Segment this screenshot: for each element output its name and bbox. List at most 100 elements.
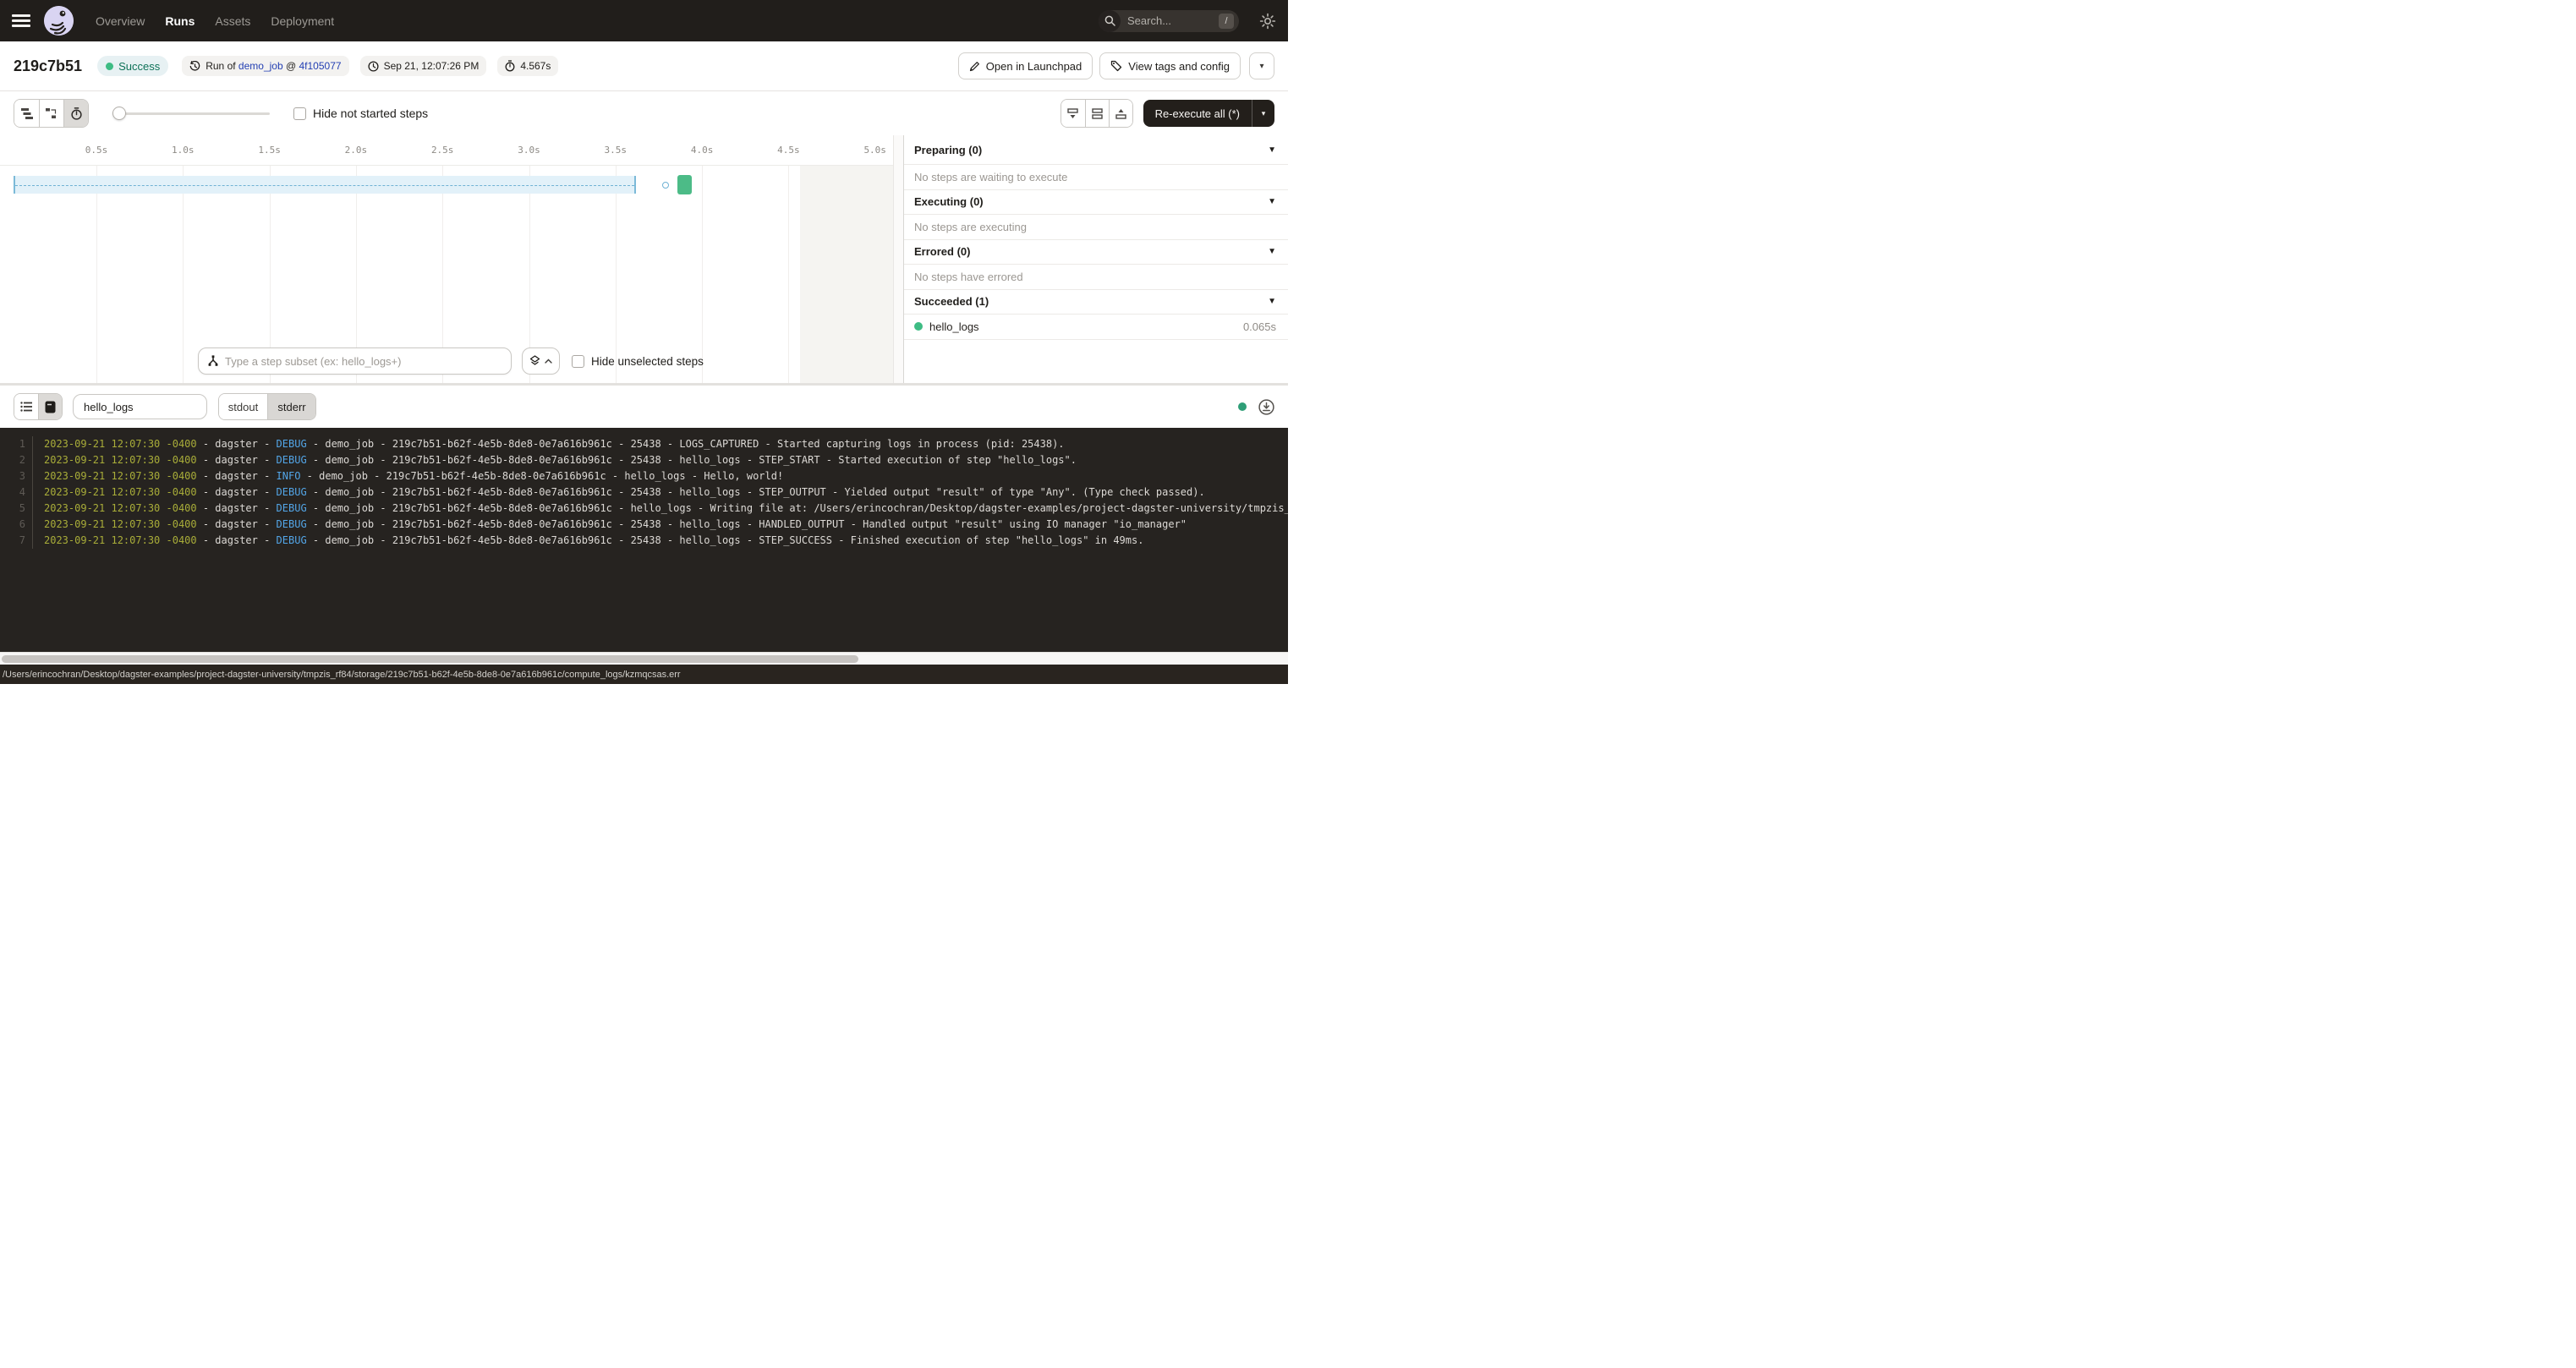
timestamp-label: Sep 21, 12:07:26 PM	[384, 60, 480, 72]
nav-item-assets[interactable]: Assets	[215, 14, 250, 28]
selector-mode-button[interactable]	[522, 347, 560, 375]
log-gutter-divider	[32, 517, 44, 533]
step-name: hello_logs	[929, 320, 1243, 333]
log-view-mode-group	[14, 393, 63, 420]
stopwatch-icon	[71, 107, 82, 120]
global-search[interactable]: /	[1099, 10, 1239, 32]
log-timestamp: 2023-09-21 12:07:30 -0400	[44, 517, 197, 533]
duration-label: 4.567s	[520, 60, 551, 72]
nav-item-runs[interactable]: Runs	[165, 14, 195, 28]
log-file-path: /Users/erincochran/Desktop/dagster-examp…	[3, 670, 681, 680]
menu-icon[interactable]	[12, 14, 30, 27]
reexecute-all-button[interactable]: Re-execute all (*) ▾	[1143, 100, 1274, 127]
flat-gantt-icon	[21, 108, 33, 119]
log-toolbar: stdout stderr	[0, 386, 1288, 428]
log-gutter-divider	[32, 484, 44, 501]
log-source: - dagster -	[197, 484, 277, 501]
nav-item-deployment[interactable]: Deployment	[271, 14, 334, 28]
log-timestamp: 2023-09-21 12:07:30 -0400	[44, 436, 197, 452]
log-step-filter-input[interactable]	[84, 401, 196, 413]
chevron-down-icon: ▼	[1268, 197, 1276, 206]
axis-tick-label: 4.5s	[777, 145, 800, 156]
panel-down-icon	[1067, 108, 1078, 119]
collapse-panel-up-button[interactable]	[1109, 100, 1132, 127]
dagster-logo-icon[interactable]	[44, 6, 74, 36]
waiting-span-bar	[14, 176, 637, 194]
log-step-filter[interactable]	[73, 394, 207, 419]
log-timestamp: 2023-09-21 12:07:30 -0400	[44, 452, 197, 468]
gantt-view-mode-group	[14, 99, 89, 128]
view-flat-gantt-button[interactable]	[14, 100, 39, 127]
log-scrollbar-thumb[interactable]	[2, 655, 858, 663]
view-waterfall-gantt-button[interactable]	[39, 100, 63, 127]
hide-not-started-checkbox[interactable]	[293, 107, 306, 120]
step-subset-input[interactable]	[225, 355, 502, 368]
run-of-text: Run of demo_job @ 4f105077	[206, 60, 341, 72]
log-source: - dagster -	[197, 436, 277, 452]
panel-section-header[interactable]: Errored (0)▼	[904, 240, 1288, 265]
collapse-panel-down-button[interactable]	[1061, 100, 1085, 127]
gridline	[788, 166, 789, 383]
view-tags-config-label: View tags and config	[1128, 60, 1230, 73]
history-icon	[189, 61, 200, 72]
log-level: DEBUG	[277, 517, 307, 533]
succeeded-step-row[interactable]: hello_logs0.065s	[904, 315, 1288, 340]
chevron-down-icon: ▼	[1268, 247, 1276, 256]
gear-icon[interactable]	[1259, 13, 1276, 30]
clock-icon	[368, 61, 379, 72]
log-source: - dagster -	[197, 468, 277, 484]
run-of-tag: Run of demo_job @ 4f105077	[182, 56, 348, 76]
panel-section-header[interactable]: Succeeded (1)▼	[904, 290, 1288, 315]
log-line-number: 1	[0, 436, 25, 452]
slider-thumb[interactable]	[112, 107, 126, 120]
gantt-vertical-scrollbar[interactable]	[893, 135, 903, 383]
nav-item-overview[interactable]: Overview	[96, 14, 145, 28]
status-badge: Success	[97, 56, 168, 76]
tag-icon	[1110, 60, 1122, 72]
search-input[interactable]	[1127, 14, 1203, 27]
log-file-path-bar: /Users/erincochran/Desktop/dagster-examp…	[0, 665, 1288, 684]
log-gutter-divider	[32, 452, 44, 468]
stdout-tab[interactable]: stdout	[219, 394, 267, 419]
log-line: 52023-09-21 12:07:30 -0400 - dagster - D…	[0, 501, 1288, 517]
hide-unselected-checkbox[interactable]	[572, 355, 584, 368]
step-subset-field[interactable]	[198, 347, 512, 375]
axis-tick-label: 0.5s	[85, 145, 108, 156]
gantt-chart[interactable]: 0.5s1.0s1.5s2.0s2.5s3.0s3.5s4.0s4.5s5.0s	[0, 135, 893, 383]
commit-link[interactable]: 4f105077	[299, 60, 342, 72]
gantt-zoom-slider[interactable]	[112, 107, 270, 120]
panel-empty-message: No steps are waiting to execute	[904, 165, 1288, 190]
run-id-title: 219c7b51	[14, 57, 82, 75]
reexecute-caret-button[interactable]: ▾	[1252, 100, 1274, 127]
log-level: INFO	[277, 468, 301, 484]
stderr-tab[interactable]: stderr	[267, 394, 315, 419]
split-panel-icon	[1092, 108, 1103, 119]
split-panel-button[interactable]	[1085, 100, 1109, 127]
raw-log-view-button[interactable]	[38, 394, 62, 419]
panel-section-title: Succeeded (1)	[914, 295, 1268, 308]
log-horizontal-scrollbar[interactable]	[0, 652, 1288, 665]
reexecute-all-label: Re-execute all (*)	[1143, 107, 1252, 120]
open-in-launchpad-button[interactable]: Open in Launchpad	[958, 52, 1093, 79]
download-logs-icon[interactable]	[1258, 399, 1274, 415]
dagster-octopus-icon	[44, 6, 74, 36]
panel-section-title: Errored (0)	[914, 245, 1268, 258]
panel-section-header[interactable]: Executing (0)▼	[904, 190, 1288, 216]
run-more-actions-button[interactable]: ▾	[1249, 52, 1274, 79]
structured-log-view-button[interactable]	[14, 394, 38, 419]
view-timed-gantt-button[interactable]	[63, 100, 88, 127]
log-level: DEBUG	[277, 484, 307, 501]
axis-tick-label: 5.0s	[863, 145, 886, 156]
panel-section-title: Preparing (0)	[914, 144, 1268, 156]
view-tags-config-button[interactable]: View tags and config	[1099, 52, 1241, 79]
after-run-end-region	[800, 166, 893, 383]
step-marker-dot[interactable]	[662, 182, 669, 189]
raw-log-viewer[interactable]: 1 2023-09-21 12:07:30 -0400 - dagster - D…	[0, 428, 1288, 652]
panel-section-header[interactable]: Preparing (0)▼	[904, 135, 1288, 165]
log-gutter-divider	[32, 436, 44, 452]
job-link[interactable]: demo_job	[238, 60, 283, 72]
step-bar-hello-logs[interactable]	[677, 175, 691, 194]
log-line-number: 4	[0, 484, 25, 501]
log-line: 72023-09-21 12:07:30 -0400 - dagster - D…	[0, 533, 1288, 549]
chevron-down-icon: ▾	[1259, 62, 1263, 71]
